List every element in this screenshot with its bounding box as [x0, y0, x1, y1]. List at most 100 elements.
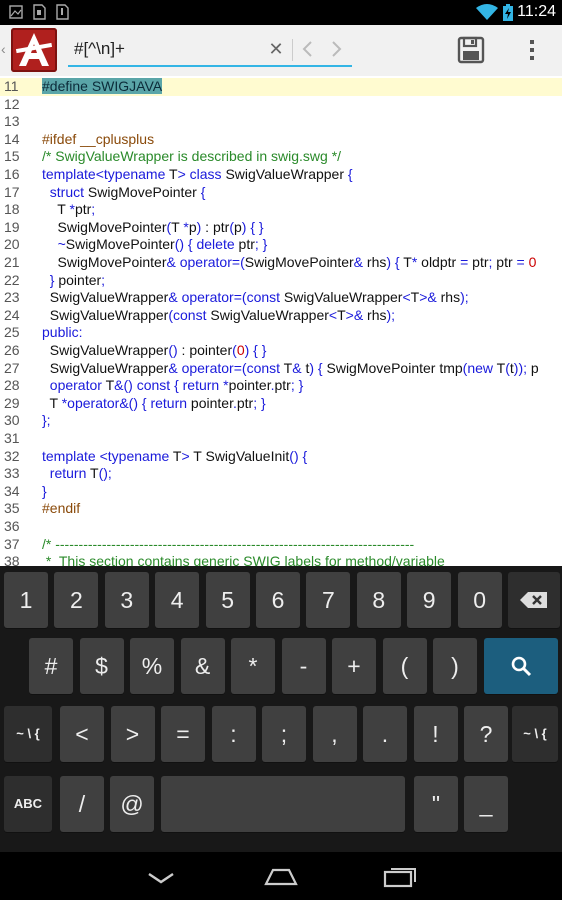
app-logo-icon[interactable] [11, 28, 57, 72]
save-icon[interactable] [455, 35, 487, 65]
code-line[interactable]: 13 [0, 113, 562, 131]
key-row1-3[interactable]: 4 [155, 572, 200, 628]
slash-key[interactable]: / [60, 776, 104, 832]
key-row3-0[interactable]: < [60, 706, 104, 762]
search-input[interactable] [74, 37, 264, 61]
key-row3-5[interactable]: , [312, 706, 357, 762]
code-line[interactable]: 23 SwigValueWrapper& operator=(const Swi… [0, 289, 562, 307]
back-nav-icon[interactable] [141, 862, 181, 892]
key-row2-6[interactable]: + [332, 638, 376, 694]
at-key[interactable]: @ [110, 776, 154, 832]
code-line[interactable]: 22 } pointer; [0, 272, 562, 290]
code-text: } pointer; [42, 272, 105, 290]
code-token: =( [233, 289, 247, 306]
recent-apps-icon[interactable] [381, 862, 421, 892]
code-line[interactable]: 28 operator T&() const { return *pointer… [0, 377, 562, 395]
quote-label: " [431, 791, 441, 817]
home-nav-icon[interactable] [261, 862, 301, 892]
key-row3-4[interactable]: ; [262, 706, 306, 762]
key-row1-7[interactable]: 8 [356, 572, 401, 628]
code-token: ; } [253, 394, 266, 411]
key-row1-1[interactable]: 2 [54, 572, 99, 628]
code-line[interactable]: 21 SwigMovePointer& operator=(SwigMovePo… [0, 254, 562, 272]
key-label: * [248, 653, 258, 679]
code-line[interactable]: 33 return T(); [0, 465, 562, 483]
symbol-shift-key-left[interactable]: ~ \ { [4, 706, 52, 762]
code-token: { [347, 166, 353, 182]
code-line[interactable]: 32 template <typename T> T SwigValueInit(… [0, 448, 562, 466]
up-caret-icon[interactable]: ‹ [1, 41, 6, 57]
code-line[interactable]: 18 T *ptr; [0, 201, 562, 219]
code-line[interactable]: 17 struct SwigMovePointer { [0, 184, 562, 202]
underscore-key[interactable]: _ [464, 776, 508, 832]
code-line[interactable]: 26 SwigValueWrapper() : pointer(0) { } [0, 342, 562, 360]
previous-arrow-icon[interactable] [296, 37, 320, 61]
key-row1-8[interactable]: 9 [407, 572, 452, 628]
code-editor[interactable]: 11 #define SWIGJAVA 12 13 14 #ifdef __cpluspl… [0, 76, 562, 566]
code-text: SwigValueWrapper() : pointer(0) { } [42, 342, 267, 360]
code-line[interactable]: 35 #endif [0, 500, 562, 518]
search-key[interactable] [484, 638, 558, 694]
key-row2-3[interactable]: & [180, 638, 225, 694]
line-number: 19 [4, 218, 20, 235]
key-row2-0[interactable]: # [29, 638, 73, 694]
code-line[interactable]: 38 * This section contains generic SWIG … [0, 553, 562, 566]
code-line[interactable]: 24 SwigValueWrapper(const SwigValueWrapp… [0, 307, 562, 325]
key-row2-4[interactable]: * [231, 638, 275, 694]
code-token: operator [181, 359, 234, 376]
key-row1-6[interactable]: 7 [306, 572, 351, 628]
clear-icon[interactable]: ✕ [264, 37, 288, 61]
key-row3-1[interactable]: > [110, 706, 155, 762]
code-line[interactable]: 27 SwigValueWrapper& operator=(const T& … [0, 360, 562, 378]
key-row1-0[interactable]: 1 [4, 572, 48, 628]
code-token: template [42, 166, 96, 182]
code-token: } [42, 482, 47, 499]
abc-key[interactable]: ABC [4, 776, 52, 832]
key-row2-5[interactable]: - [281, 638, 326, 694]
space-key[interactable] [161, 776, 405, 832]
next-arrow-icon[interactable] [324, 37, 348, 61]
code-token: T [86, 465, 99, 482]
code-line[interactable]: 29 T *operator&() { return pointer.ptr; … [0, 395, 562, 413]
key-row1-5[interactable]: 6 [256, 572, 300, 628]
symbol-shift-key-right[interactable]: ~ \ { [512, 706, 558, 762]
code-line[interactable]: 36 [0, 518, 562, 536]
code-line[interactable]: 14 #ifdef __cplusplus [0, 131, 562, 149]
key-label: 0 [473, 587, 486, 613]
code-line[interactable]: 12 [0, 96, 562, 114]
code-line[interactable]: 37 /* -----------------------------------… [0, 536, 562, 554]
key-row2-2[interactable]: % [130, 638, 174, 694]
code-line[interactable]: 15 /* SwigValueWrapper is described in sw… [0, 148, 562, 166]
key-row3-6[interactable]: . [363, 706, 407, 762]
key-row3-3[interactable]: : [211, 706, 256, 762]
code-line[interactable]: 20 ~SwigMovePointer() { delete ptr; } [0, 236, 562, 254]
code-line[interactable]: 19 SwigMovePointer(T *p) : ptr(p) { } [0, 219, 562, 237]
code-token: )); [513, 359, 528, 376]
code-token: pointer [54, 271, 102, 288]
code-token: operator [49, 377, 102, 394]
key-row3-8[interactable]: ? [464, 706, 508, 762]
code-line[interactable]: 11 #define SWIGJAVA [0, 78, 562, 96]
soft-keyboard: ~ \ { ~ \ { ABC / @ " _ 1 2 3 4 5 6 7 8 9 0 # $% & * -… [0, 566, 562, 852]
code-token: () [289, 447, 299, 464]
key-row2-7[interactable]: ( [382, 638, 427, 694]
key-row2-1[interactable]: $ [79, 638, 124, 694]
overflow-menu-icon[interactable] [520, 37, 544, 63]
key-row3-7[interactable]: ! [413, 706, 458, 762]
code-line[interactable]: 25 public: [0, 324, 562, 342]
key-label: = [176, 721, 190, 747]
code-line[interactable]: 16 template<typename T> class SwigValueWr… [0, 166, 562, 184]
code-line[interactable]: 31 [0, 430, 562, 448]
key-row3-2[interactable]: = [161, 706, 205, 762]
key-row1-9[interactable]: 0 [457, 572, 502, 628]
action-bar: ‹ ✕ [0, 25, 562, 77]
code-line[interactable]: 30}; [0, 412, 562, 430]
backspace-key[interactable] [508, 572, 560, 628]
code-line[interactable]: 34} [0, 483, 562, 501]
code-token: SwigValueWrapper [206, 306, 329, 323]
key-row1-2[interactable]: 3 [104, 572, 149, 628]
key-row2-8[interactable]: ) [433, 638, 477, 694]
key-row1-4[interactable]: 5 [205, 572, 250, 628]
quote-key[interactable]: " [414, 776, 458, 832]
